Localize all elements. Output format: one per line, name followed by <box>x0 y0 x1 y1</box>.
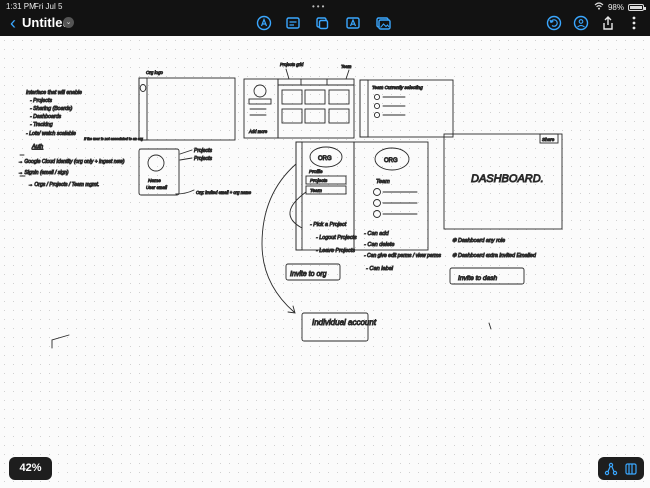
status-right: 98% <box>594 2 646 12</box>
svg-text:- Leave Projects: - Leave Projects <box>316 248 355 254</box>
sketch-layer: Interface that will enable - Projects - … <box>18 62 563 349</box>
svg-text:Share: Share <box>542 137 555 142</box>
back-icon[interactable]: ‹ <box>4 13 22 33</box>
svg-text:Profile: Profile <box>309 169 323 175</box>
notes-left: Interface that will enable - Projects - … <box>26 90 83 138</box>
battery-icon <box>628 3 646 11</box>
svg-text:Projects: Projects <box>194 148 213 154</box>
battery-percent: 98% <box>607 2 624 12</box>
app-toolbar: 1:31 PM Fri Jul 5 ••• 98% ‹ Untitled ⌄ <box>0 0 650 36</box>
whiteboard-canvas[interactable]: Interface that will enable - Projects - … <box>0 36 650 488</box>
wireframe-team-card: ORG Team - Can add - Can delete - Can gi… <box>353 141 442 272</box>
toolbar-row: ‹ Untitled ⌄ <box>0 12 650 34</box>
profile-card-sketch: Name User email Projects Projects Org: i… <box>138 148 252 196</box>
svg-text:Team: Team <box>341 64 352 69</box>
svg-text:Org: invited email + org name: Org: invited email + org name <box>196 190 252 195</box>
wifi-icon <box>594 2 604 12</box>
svg-text:- Pick a Project: - Pick a Project <box>310 222 347 228</box>
svg-text:- Sharing (Boards): - Sharing (Boards) <box>30 106 73 112</box>
svg-text:- Projects: - Projects <box>30 98 52 104</box>
status-date: Fri Jul 5 <box>34 2 63 11</box>
svg-text:→ Google Cloud Identity (org o: → Google Cloud Identity (org only + inge… <box>18 159 125 165</box>
svg-text:Projects: Projects <box>310 178 328 184</box>
svg-text:Add more: Add more <box>248 129 268 134</box>
shapes-icon[interactable] <box>285 15 301 31</box>
svg-text:- Dashboards: - Dashboards <box>30 114 62 120</box>
svg-text:User email: User email <box>146 185 168 190</box>
wireframe-org: Org logo <box>138 70 236 141</box>
svg-text:Auth: Auth <box>31 144 43 150</box>
svg-text:Team: Team <box>376 179 390 185</box>
wireframe-dashboard: Share DASHBOARD. ✱ Dashboard any role ✱ … <box>443 133 563 285</box>
svg-text:- Can add: - Can add <box>364 231 389 237</box>
svg-text:Interface that will enable: Interface that will enable <box>26 90 82 96</box>
status-time: 1:31 PM <box>6 2 36 11</box>
collaborate-icon[interactable] <box>573 15 589 31</box>
svg-text:- Can delete: - Can delete <box>364 242 394 248</box>
title-menu-chevron-icon[interactable]: ⌄ <box>63 17 74 28</box>
svg-text:✱ Dashboard any role: ✱ Dashboard any role <box>452 238 505 244</box>
svg-text:Org logo: Org logo <box>146 70 163 75</box>
svg-text:- Tracking: - Tracking <box>30 122 53 128</box>
bottom-tool-group <box>598 457 644 480</box>
svg-text:- Lots/ watch scalable: - Lots/ watch scalable <box>26 131 76 137</box>
svg-text:Team Currently selecting: Team Currently selecting <box>372 85 423 90</box>
svg-text:Projects grid: Projects grid <box>280 62 304 67</box>
connect-icon[interactable] <box>604 462 618 476</box>
svg-text:Team: Team <box>310 188 322 194</box>
undo-icon[interactable] <box>546 15 562 31</box>
svg-text:ORG: ORG <box>318 156 332 162</box>
library-icon[interactable] <box>624 462 638 476</box>
svg-text:- Can label: - Can label <box>366 266 394 272</box>
svg-text:- Logout Projects: - Logout Projects <box>316 235 357 241</box>
notes-flow: Auth If the user is not associated to an… <box>18 137 144 189</box>
svg-text:Invite to dash: Invite to dash <box>458 275 498 282</box>
svg-text:→ Orgs / Projects / Team mgmt.: → Orgs / Projects / Team mgmt. <box>28 182 99 188</box>
share-icon[interactable] <box>600 15 616 31</box>
svg-text:→ SignIn (email / sign): → SignIn (email / sign) <box>18 170 69 176</box>
svg-text:If the user is not associated: If the user is not associated to an org <box>84 137 143 141</box>
pen-tool-icon[interactable] <box>256 15 272 31</box>
svg-text:- Can give edit perms / view p: - Can give edit perms / view perms <box>364 253 441 259</box>
svg-text:Projects: Projects <box>194 156 213 162</box>
image-icon[interactable] <box>375 15 391 31</box>
svg-text:DASHBOARD.: DASHBOARD. <box>471 173 544 185</box>
text-box-icon[interactable] <box>345 15 361 31</box>
svg-text:ORG: ORG <box>384 158 398 164</box>
wireframe-projects: Add more Projects grid Team <box>243 62 355 139</box>
svg-text:Individual account: Individual account <box>312 318 377 327</box>
wireframe-team: Team Currently selecting <box>359 79 454 138</box>
svg-text:Name: Name <box>148 178 161 184</box>
multitask-dots-icon[interactable]: ••• <box>312 2 326 11</box>
sticky-note-icon[interactable] <box>314 15 330 31</box>
zoom-level-button[interactable]: 42% <box>9 457 52 480</box>
stray-strokes <box>19 175 492 349</box>
svg-text:Invite to org: Invite to org <box>290 271 327 278</box>
svg-text:✱ Dashboard extra invited Emai: ✱ Dashboard extra invited Emailed <box>452 253 537 259</box>
more-icon[interactable] <box>626 15 642 31</box>
wireframe-org-card: ORG Profile Projects Team - Pick a Proje… <box>285 141 358 281</box>
